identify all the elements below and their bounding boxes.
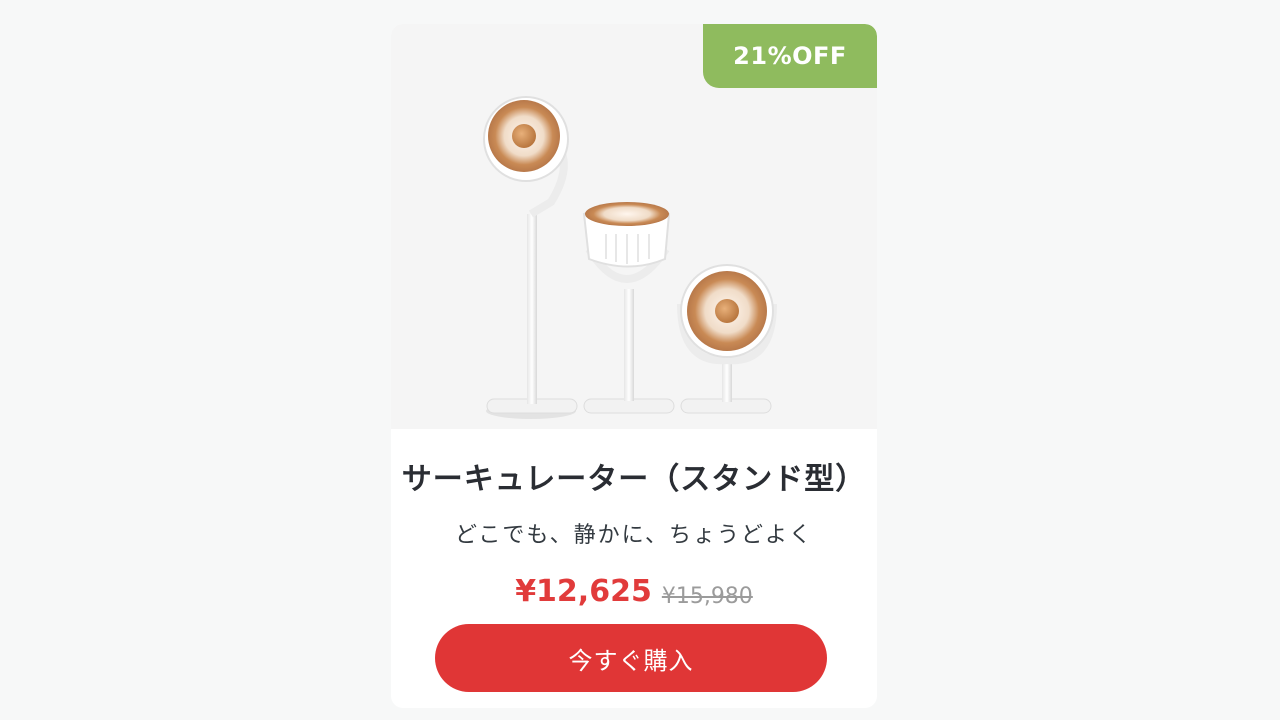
- fan-tall: [483, 96, 578, 419]
- product-card: 21%OFF サーキュレーター（スタンド型） どこでも、静かに、ちょうどよく ¥…: [391, 24, 877, 708]
- fan-medium: [582, 202, 675, 414]
- fan-short: [677, 264, 777, 414]
- buy-now-button[interactable]: 今すぐ購入: [435, 624, 827, 692]
- product-title: サーキュレーター（スタンド型）: [401, 462, 867, 497]
- discount-badge: 21%OFF: [703, 24, 877, 88]
- price-row: ¥12,625 ¥15,980: [391, 574, 877, 610]
- price-original: ¥15,980: [661, 584, 753, 609]
- product-tagline: どこでも、静かに、ちょうどよく: [454, 523, 814, 548]
- price-current: ¥12,625: [515, 574, 652, 609]
- product-image[interactable]: 21%OFF: [391, 24, 877, 429]
